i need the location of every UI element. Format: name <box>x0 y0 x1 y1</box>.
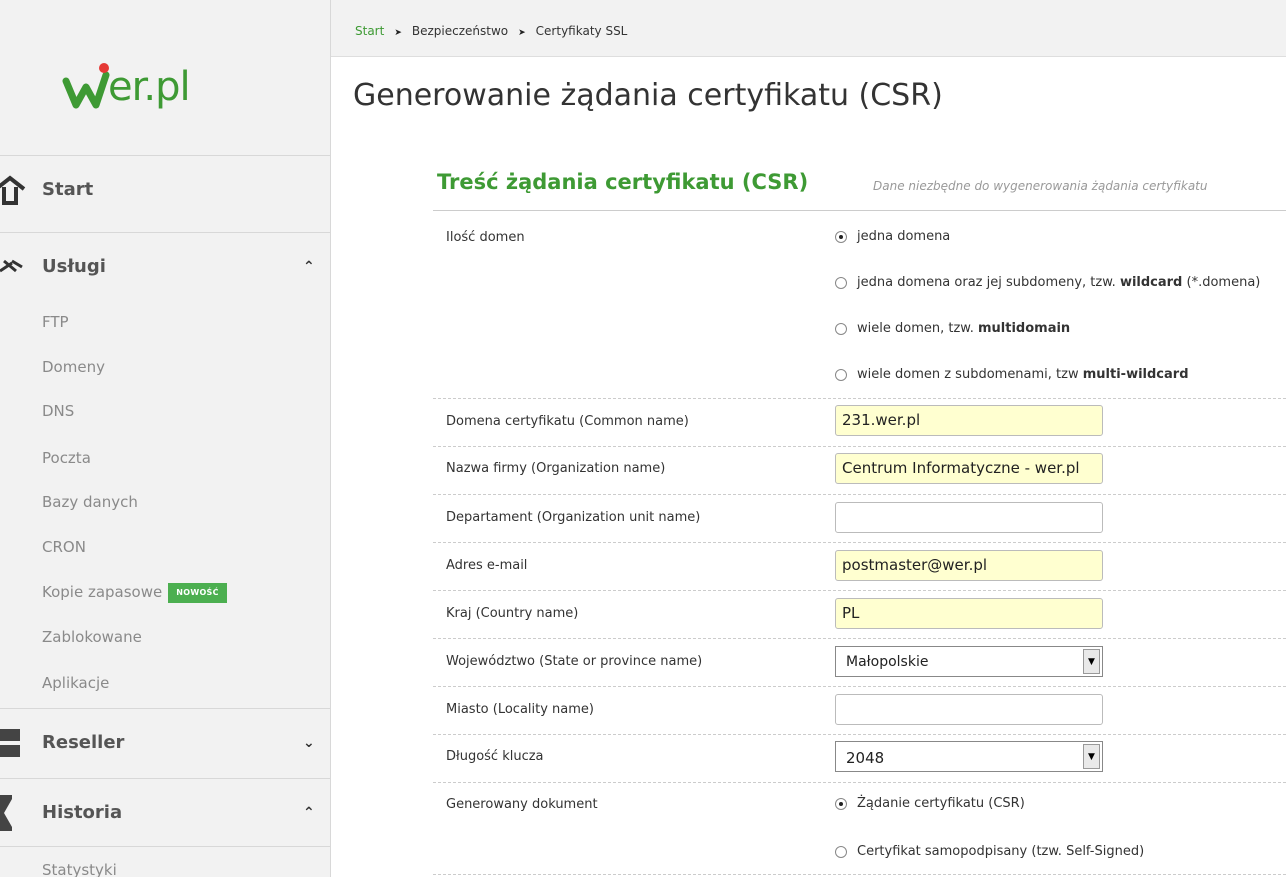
sidebar-subitem-poczta[interactable]: Poczta <box>42 446 91 470</box>
new-badge: NOWOŚĆ <box>168 583 227 603</box>
state-select-value: Małopolskie <box>846 654 929 670</box>
sidebar-subitem-ftp[interactable]: FTP <box>42 310 69 334</box>
radio-option-csr[interactable]: Żądanie certyfikatu (CSR) <box>835 796 1025 811</box>
radio-option-multidomain[interactable]: wiele domen, tzw. multidomain <box>835 321 1070 336</box>
radio-label: jedna domena oraz jej subdomeny, tzw. wi… <box>857 275 1261 290</box>
sidebar-item-label: Historia <box>42 802 123 823</box>
sidebar-subitem-cron[interactable]: CRON <box>42 535 86 559</box>
breadcrumb-start-link[interactable]: Start <box>355 24 384 38</box>
row-divider <box>433 494 1286 495</box>
sidebar-subitem-statystyki[interactable]: Statystyki <box>42 858 117 877</box>
breadcrumb-current: Certyfikaty SSL <box>535 24 628 38</box>
key-length-select[interactable]: 2048 ▼ <box>835 741 1103 772</box>
breadcrumb: Start ➤ Bezpieczeństwo ➤ Certyfikaty SSL <box>355 24 627 38</box>
page-title: Generowanie żądania certyfikatu (CSR) <box>353 78 943 113</box>
row-divider <box>433 782 1286 783</box>
row-divider <box>433 874 1286 875</box>
key-length-label: Długość klucza <box>446 749 544 764</box>
radio-label: Certyfikat samopodpisany (tzw. Self-Sign… <box>857 844 1145 859</box>
sidebar-subitem-dns[interactable]: DNS <box>42 399 74 423</box>
logo-w-icon <box>62 63 110 109</box>
radio-button[interactable] <box>835 322 847 335</box>
row-divider <box>433 686 1286 687</box>
section-description: Dane niezbędne do wygenerowania żądania … <box>873 179 1208 193</box>
common-name-input[interactable]: 231.wer.pl <box>835 405 1103 436</box>
radio-option-single-domain[interactable]: jedna domena <box>835 229 950 244</box>
radio-option-multi-wildcard[interactable]: wiele domen z subdomenami, tzw multi-wil… <box>835 367 1189 382</box>
organization-unit-label: Departament (Organization unit name) <box>446 510 701 525</box>
radio-option-wildcard[interactable]: jedna domena oraz jej subdomeny, tzw. wi… <box>835 275 1260 290</box>
state-label: Województwo (State or province name) <box>446 654 703 669</box>
radio-label: Żądanie certyfikatu (CSR) <box>857 796 1025 811</box>
dropdown-arrow-icon[interactable]: ▼ <box>1083 649 1100 674</box>
common-name-label: Domena certyfikatu (Common name) <box>446 414 689 429</box>
breadcrumb-bar: Start ➤ Bezpieczeństwo ➤ Certyfikaty SSL <box>331 0 1286 57</box>
chevron-right-icon: ➤ <box>518 28 526 38</box>
row-divider <box>433 734 1286 735</box>
country-input[interactable]: PL <box>835 598 1103 629</box>
chevron-up-icon[interactable]: ⌃ <box>303 805 315 821</box>
row-divider <box>433 446 1286 447</box>
chevron-down-icon[interactable]: ⌄ <box>303 735 315 751</box>
radio-button[interactable] <box>835 845 847 858</box>
sidebar-item-label: Usługi <box>42 256 106 277</box>
city-input[interactable] <box>835 694 1103 725</box>
sidebar-subitem-domeny[interactable]: Domeny <box>42 355 105 379</box>
sidebar-subitem-label: Kopie zapasowe <box>42 583 163 601</box>
organization-name-input[interactable]: Centrum Informatyczne - wer.pl <box>835 453 1103 484</box>
row-divider <box>433 638 1286 639</box>
radio-button[interactable] <box>835 368 847 381</box>
organization-unit-input[interactable] <box>835 502 1103 533</box>
row-divider <box>433 542 1286 543</box>
key-length-select-value: 2048 <box>846 749 885 767</box>
row-divider <box>433 398 1286 399</box>
dropdown-arrow-icon[interactable]: ▼ <box>1083 744 1100 769</box>
radio-button[interactable] <box>835 276 847 289</box>
chevron-right-icon: ➤ <box>394 28 402 38</box>
radio-button-checked[interactable] <box>835 797 847 810</box>
home-icon <box>0 174 34 205</box>
sidebar-item-start[interactable]: Start <box>0 155 330 223</box>
country-label: Kraj (Country name) <box>446 606 579 621</box>
radio-label: wiele domen, tzw. multidomain <box>857 321 1071 336</box>
radio-label: wiele domen z subdomenami, tzw multi-wil… <box>857 367 1189 382</box>
sidebar-subitem-aplikacje[interactable]: Aplikacje <box>42 671 109 695</box>
sidebar-item-historia[interactable]: Historia ⌃ <box>0 778 330 846</box>
sidebar-subitem-kopie-zapasowe[interactable]: Kopie zapasowe NOWOŚĆ <box>42 580 227 604</box>
section-title: Treść żądania certyfikatu (CSR) <box>437 170 809 194</box>
reseller-icon <box>0 728 34 758</box>
breadcrumb-security-link[interactable]: Bezpieczeństwo <box>412 24 508 38</box>
radio-option-self-signed[interactable]: Certyfikat samopodpisany (tzw. Self-Sign… <box>835 844 1144 859</box>
email-input[interactable]: postmaster@wer.pl <box>835 550 1103 581</box>
organization-name-label: Nazwa firmy (Organization name) <box>446 461 666 476</box>
sidebar-item-label: Start <box>42 179 94 200</box>
logo-text: er.pl <box>108 64 191 110</box>
domain-count-label: Ilość domen <box>446 230 525 245</box>
sidebar-item-uslugi[interactable]: Usługi ⌃ <box>0 232 330 300</box>
document-type-label: Generowany dokument <box>446 797 598 812</box>
tools-icon <box>0 252 34 282</box>
hourglass-icon <box>0 794 34 831</box>
sidebar-item-reseller[interactable]: Reseller ⌄ <box>0 708 330 776</box>
city-label: Miasto (Locality name) <box>446 702 594 717</box>
state-select[interactable]: Małopolskie ▼ <box>835 646 1103 677</box>
chevron-up-icon[interactable]: ⌃ <box>303 259 315 275</box>
email-label: Adres e-mail <box>446 558 528 573</box>
sidebar-subitem-bazy-danych[interactable]: Bazy danych <box>42 490 138 514</box>
logo[interactable]: er.pl <box>62 52 191 122</box>
sidebar-subitem-zablokowane[interactable]: Zablokowane <box>42 625 142 649</box>
row-divider <box>433 590 1286 591</box>
sidebar-item-label: Reseller <box>42 732 125 753</box>
section-divider <box>433 210 1286 211</box>
radio-button-checked[interactable] <box>835 230 847 243</box>
sidebar: er.pl Start Usługi ⌃ FTP Domeny DNS Pocz… <box>0 0 331 877</box>
radio-label: jedna domena <box>857 229 951 244</box>
